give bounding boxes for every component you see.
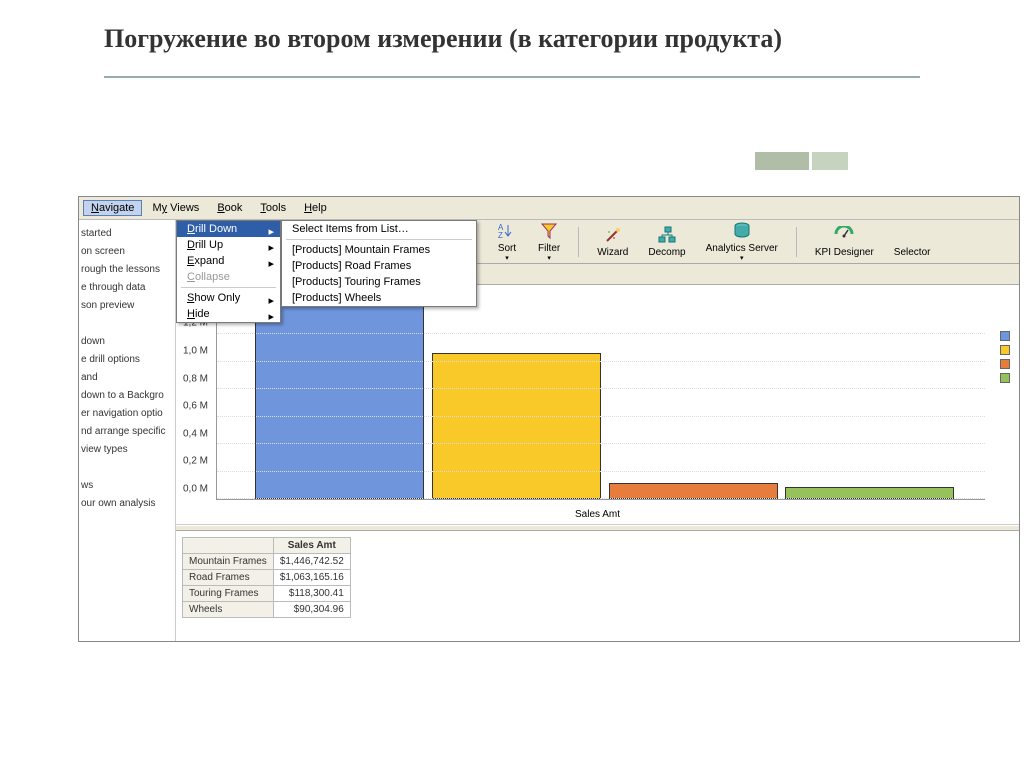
sidebar-text: nd arrange specific [81, 424, 173, 440]
chart-area: 0,0 M0,2 M0,4 M0,6 M0,8 M1,0 M1,2 M Sale… [176, 285, 1019, 525]
kpi-icon [834, 225, 854, 245]
legend-swatch [1000, 331, 1010, 341]
sidebar-text [81, 316, 173, 332]
sidebar-text [81, 460, 173, 476]
menu-book[interactable]: Book [209, 200, 250, 216]
menu-item: Collapse [177, 269, 280, 285]
sidebar-text: and [81, 370, 173, 386]
svg-text:Z: Z [498, 231, 503, 240]
y-tick-label: 1,0 M [183, 346, 208, 357]
accent-block [812, 152, 848, 170]
legend-swatch [1000, 345, 1010, 355]
y-axis: 0,0 M0,2 M0,4 M0,6 M0,8 M1,0 M1,2 M [176, 293, 212, 500]
accent-block [755, 152, 809, 170]
submenu-item[interactable]: [Products] Road Frames [282, 258, 476, 274]
menu-tools[interactable]: Tools [252, 200, 294, 216]
toolbar-sort[interactable]: AZ Sort▾ [490, 221, 524, 262]
legend [991, 325, 1019, 425]
chevron-right-icon: ▸ [268, 310, 274, 323]
menu-item[interactable]: Drill Down▸ [177, 221, 280, 237]
table-row[interactable]: Touring Frames$118,300.41 [183, 586, 351, 602]
y-tick-label: 0,0 M [183, 484, 208, 495]
bar-road-frames[interactable] [432, 353, 601, 499]
menu-item[interactable]: Hide▸ [177, 306, 280, 322]
sidebar-text: ws [81, 478, 173, 494]
sidebar-text: down to a Backgro [81, 388, 173, 404]
toolbar-filter[interactable]: Filter▾ [532, 221, 566, 262]
bar-touring-frames[interactable] [609, 483, 778, 499]
row-value: $1,446,742.52 [273, 554, 350, 570]
menu-item[interactable]: Show Only▸ [177, 290, 280, 306]
menu-item[interactable]: Drill Up▸ [177, 237, 280, 253]
sidebar-text: down [81, 334, 173, 350]
toolbar-selector[interactable]: Selector [888, 225, 937, 258]
wizard-icon [603, 225, 623, 245]
plot-area [216, 293, 985, 500]
row-label: Wheels [183, 602, 274, 618]
sidebar-text: rough the lessons [81, 262, 173, 278]
sidebar-fragments: started on screen rough the lessons e throu… [79, 220, 176, 641]
toolbar-separator [796, 227, 797, 257]
legend-swatch [1000, 373, 1010, 383]
sidebar-text: son preview [81, 298, 173, 314]
data-table-wrap: Sales Amt Mountain Frames$1,446,742.52Ro… [176, 531, 1019, 641]
x-axis-label: Sales Amt [575, 509, 620, 520]
content-area: AZ Sort▾ Filter▾ Wizard Decomp [176, 220, 1019, 641]
application-window: Navigate My Views Book Tools Help starte… [78, 196, 1020, 642]
submenu-item[interactable]: Select Items from List… [282, 221, 476, 237]
row-label: Mountain Frames [183, 554, 274, 570]
submenu-item[interactable]: [Products] Wheels [282, 290, 476, 306]
row-value: $90,304.96 [273, 602, 350, 618]
toolbar-decomp[interactable]: Decomp [642, 225, 691, 258]
table-row[interactable]: Wheels$90,304.96 [183, 602, 351, 618]
sort-icon: AZ [497, 221, 517, 241]
slide-title: Погружение во втором измерении (в катего… [0, 0, 860, 56]
y-tick-label: 0,6 M [183, 401, 208, 412]
toolbar-analytics[interactable]: Analytics Server▾ [700, 221, 784, 262]
row-label: Touring Frames [183, 586, 274, 602]
toolbar-wizard[interactable]: Wizard [591, 225, 634, 258]
row-value: $1,063,165.16 [273, 570, 350, 586]
bar-mountain-frames[interactable] [255, 300, 424, 499]
title-rule [104, 76, 920, 78]
sidebar-text: started [81, 226, 173, 242]
sidebar-text: e drill options [81, 352, 173, 368]
y-tick-label: 0,8 M [183, 373, 208, 384]
menu-help[interactable]: Help [296, 200, 335, 216]
navigate-dropdown[interactable]: Drill Down▸Drill Up▸Expand▸Collapse Show … [176, 220, 281, 323]
data-table: Sales Amt Mountain Frames$1,446,742.52Ro… [182, 537, 351, 618]
analytics-icon [732, 221, 752, 241]
row-label: Road Frames [183, 570, 274, 586]
menu-item[interactable]: Expand▸ [177, 253, 280, 269]
toolbar-kpi[interactable]: KPI Designer [809, 225, 880, 258]
table-row[interactable]: Mountain Frames$1,446,742.52 [183, 554, 351, 570]
row-value: $118,300.41 [273, 586, 350, 602]
sidebar-text: er navigation optio [81, 406, 173, 422]
filter-icon [539, 221, 559, 241]
sidebar-text: our own analysis [81, 496, 173, 512]
menubar: Navigate My Views Book Tools Help [79, 197, 1019, 220]
y-tick-label: 0,2 M [183, 456, 208, 467]
drill-down-submenu[interactable]: Select Items from List… [Products] Mounta… [281, 220, 477, 307]
toolbar-separator [578, 227, 579, 257]
menu-my-views[interactable]: My Views [144, 200, 207, 216]
submenu-item[interactable]: [Products] Touring Frames [282, 274, 476, 290]
sidebar-text: on screen [81, 244, 173, 260]
submenu-item[interactable]: [Products] Mountain Frames [282, 242, 476, 258]
menu-navigate[interactable]: Navigate [83, 200, 142, 216]
sidebar-text: e through data [81, 280, 173, 296]
table-row[interactable]: Road Frames$1,063,165.16 [183, 570, 351, 586]
decomp-icon [657, 225, 677, 245]
col-header: Sales Amt [273, 538, 350, 554]
legend-swatch [1000, 359, 1010, 369]
sidebar-text: view types [81, 442, 173, 458]
selector-icon [902, 225, 922, 245]
y-tick-label: 0,4 M [183, 428, 208, 439]
